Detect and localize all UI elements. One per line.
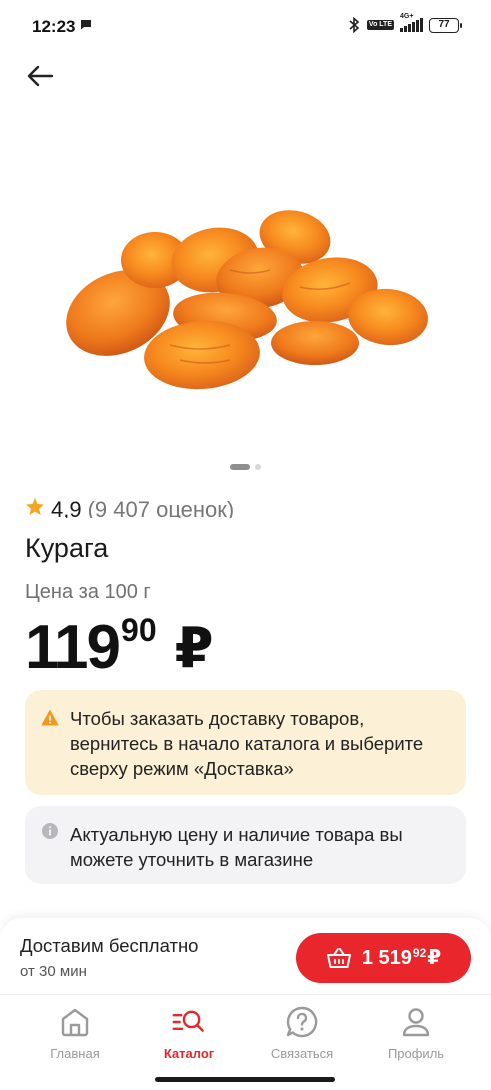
pager-dot-active[interactable] [230, 464, 250, 470]
bottom-navigation: Главная Каталог Связаться Профиль [0, 994, 491, 1090]
warning-text: Чтобы заказать доставку товаров, верните… [70, 708, 424, 779]
delivery-warning-notice: Чтобы заказать доставку товаров, верните… [25, 690, 466, 795]
product-price: 119 90 ₽ [25, 612, 214, 684]
warning-icon [41, 710, 59, 726]
nav-home[interactable]: Главная [20, 1005, 130, 1061]
message-icon [81, 20, 91, 30]
cart-total-kopecks: 92 [412, 946, 427, 960]
nav-home-label: Главная [50, 1046, 100, 1061]
battery-level: 77 [438, 18, 450, 30]
network-type: 4G+ [400, 13, 414, 20]
price-kopecks: 90 [121, 612, 157, 648]
volte-badge: Vo LTE [366, 20, 394, 30]
status-time: 12:23 [32, 17, 76, 36]
cart-total: 1 519 92 ₽ [362, 946, 441, 970]
basket-icon [326, 948, 351, 968]
nav-profile[interactable]: Профиль [361, 1005, 471, 1061]
price-info-notice: Актуальную цену и наличие товара вы може… [25, 806, 466, 884]
star-icon [26, 498, 44, 515]
signal-icon: 4G+ [400, 13, 423, 32]
support-chat-icon [286, 1006, 318, 1038]
cart-total-currency: ₽ [427, 947, 442, 969]
price-unit: Цена за 100 г [25, 581, 151, 603]
status-bar: 12:23 Vo LTE 4G+ 77 [0, 0, 491, 54]
pager-dot[interactable] [255, 464, 261, 470]
price-currency: ₽ [174, 616, 214, 679]
nav-catalog-label: Каталог [163, 1046, 215, 1061]
battery-icon: 77 [429, 17, 462, 33]
catalog-search-icon [172, 1010, 204, 1032]
arrow-left-icon [27, 65, 54, 87]
rating-value: 4,9 [51, 497, 82, 518]
profile-icon [402, 1008, 430, 1037]
home-indicator [155, 1077, 335, 1082]
nav-catalog[interactable]: Каталог [134, 1005, 244, 1061]
nav-profile-label: Профиль [387, 1046, 445, 1061]
cart-button[interactable]: 1 519 92 ₽ [296, 933, 471, 983]
home-icon [61, 1008, 89, 1037]
back-button[interactable] [22, 60, 58, 92]
product-title: Курага [25, 533, 109, 563]
rating-count: (9 407 оценок) [87, 497, 235, 518]
image-pager [0, 464, 491, 470]
delivery-time: от 30 мин [20, 963, 87, 980]
delivery-title: Доставим бесплатно [20, 935, 199, 956]
status-icons: Vo LTE 4G+ 77 [347, 13, 462, 34]
bluetooth-icon [349, 16, 360, 34]
nav-contact-label: Связаться [270, 1046, 334, 1061]
cart-total-rubles: 1 519 [361, 947, 412, 969]
dried-apricots-image [66, 210, 428, 390]
info-icon [42, 823, 58, 839]
info-text: Актуальную цену и наличие товара вы може… [70, 824, 403, 870]
price-rubles: 119 [25, 613, 121, 682]
product-rating[interactable]: 4,9 (9 407 оценок) [25, 496, 234, 518]
nav-contact[interactable]: Связаться [247, 1005, 357, 1061]
delivery-bar: Доставим бесплатно от 30 мин 1 519 92 ₽ [0, 918, 491, 994]
